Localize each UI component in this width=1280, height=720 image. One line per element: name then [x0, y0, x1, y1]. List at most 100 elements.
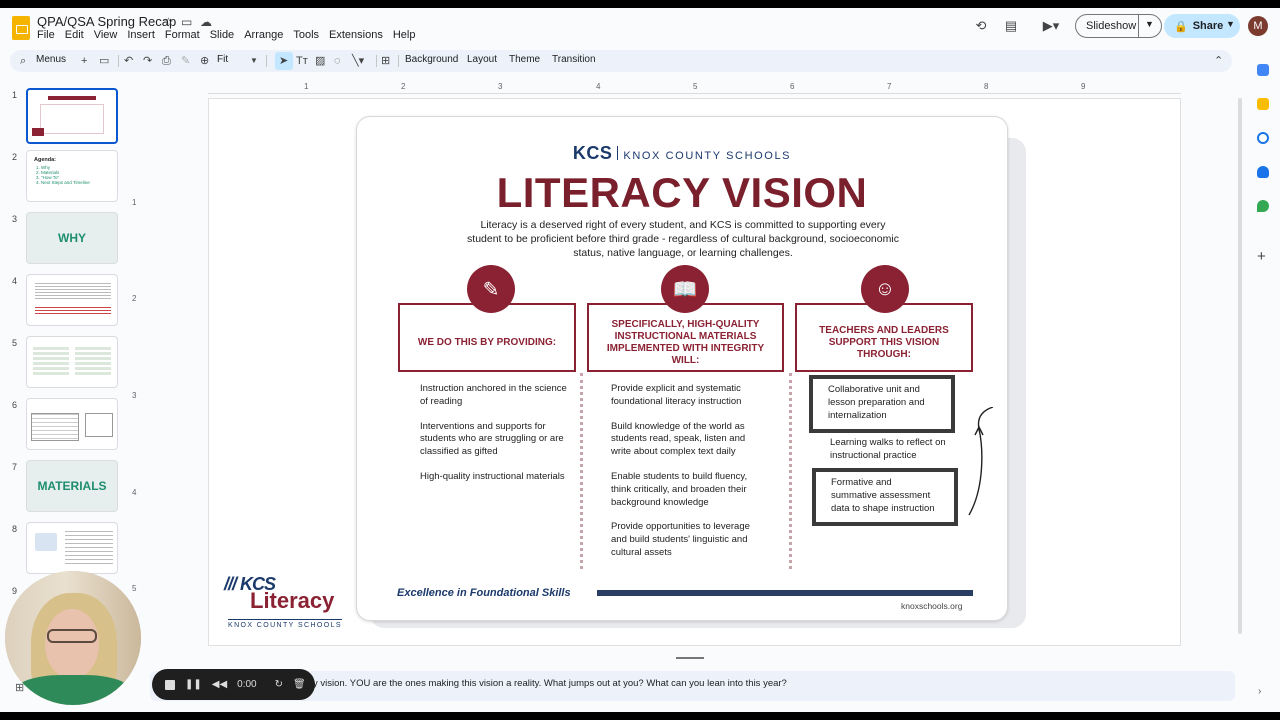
slideshow-dropdown-icon[interactable]: ▼	[1145, 19, 1154, 29]
footer-tagline: Excellence in Foundational Skills	[397, 587, 571, 599]
recording-controls: ❚❚ ◀◀ 0:00 ↻ 🗑	[152, 669, 315, 700]
print-icon[interactable]: ⎙	[162, 53, 171, 69]
account-avatar[interactable]: M	[1248, 16, 1268, 36]
menu-extensions[interactable]: Extensions	[329, 29, 383, 41]
ruler-tick: 6	[790, 82, 795, 91]
slide-thumb-3[interactable]: WHY	[26, 212, 118, 264]
menu-tools[interactable]: Tools	[293, 29, 319, 41]
column-separator	[789, 373, 792, 569]
share-dropdown-icon[interactable]: ▼	[1226, 19, 1235, 29]
keep-icon[interactable]	[1257, 98, 1269, 110]
menu-file[interactable]: File	[37, 29, 55, 41]
slide-thumb-2[interactable]: Agenda: 1. Why 2. Materials 3. "How To" …	[26, 150, 118, 202]
layout-button[interactable]: Layout	[467, 54, 497, 65]
new-slide-icon[interactable]: +	[81, 53, 87, 69]
presenter-glasses	[47, 629, 97, 643]
trash-icon[interactable]: 🗑	[293, 679, 306, 690]
menu-help[interactable]: Help	[393, 29, 416, 41]
slide-thumb-5[interactable]	[26, 336, 118, 388]
slide-thumb-4[interactable]	[26, 274, 118, 326]
menu-bar: File Edit View Insert Format Slide Arran…	[37, 29, 415, 41]
meet-camera-icon[interactable]: ▶▾	[1036, 15, 1066, 37]
search-menus-label[interactable]: Menus	[36, 54, 66, 65]
maps-icon[interactable]	[1257, 200, 1269, 212]
new-slide-layout-icon[interactable]: ▭	[99, 53, 109, 69]
kcs-literacy-logo[interactable]: /// KCS Literacy KNOX COUNTY SCHOOLS	[224, 574, 348, 636]
search-menus-icon[interactable]: ⌕	[20, 53, 26, 69]
header: QPA/QSA Spring Recap ☆ ▭ ☁ File Edit Vie…	[0, 8, 1280, 48]
collapse-toolbar-icon[interactable]: ⌃	[1214, 53, 1223, 69]
canvas-scrollbar[interactable]	[1238, 98, 1242, 634]
menu-format[interactable]: Format	[165, 29, 200, 41]
col3-heading: TEACHERS AND LEADERS SUPPORT THIS VISION…	[795, 303, 973, 372]
comments-icon[interactable]: ▤	[1000, 15, 1022, 37]
image-icon[interactable]: ▨	[315, 53, 325, 69]
add-comment-icon[interactable]: ⊞	[381, 53, 390, 69]
zoom-dropdown-icon[interactable]: ▼	[250, 53, 258, 69]
slides-logo-icon[interactable]	[12, 16, 30, 40]
thumb-red-lines	[35, 307, 111, 315]
slide-thumb-8[interactable]	[26, 522, 118, 574]
restart-icon[interactable]: ↻	[275, 679, 283, 690]
slide-number: 3	[12, 214, 18, 224]
slideshow-button[interactable]: Slideshow ▼	[1075, 14, 1162, 38]
col2-list: Provide explicit and systematic foundati…	[611, 383, 767, 572]
notes-resize-handle[interactable]	[676, 657, 704, 659]
literacy-vision-poster[interactable]: KCS KNOX COUNTY SCHOOLS LITERACY VISION L…	[356, 116, 1008, 621]
thumb-agenda-item: 4. Next Steps and Timeline	[36, 180, 90, 185]
col1-item: High-quality instructional materials	[420, 470, 565, 482]
lock-icon: 🔒	[1174, 20, 1188, 33]
menu-edit[interactable]: Edit	[65, 29, 84, 41]
text-box-icon[interactable]: Tт	[296, 53, 308, 69]
pause-icon[interactable]: ❚❚	[185, 679, 202, 690]
presenter-camera-bubble[interactable]	[5, 571, 141, 705]
contacts-icon[interactable]	[1257, 166, 1269, 178]
add-on-plus-icon[interactable]: +	[1257, 248, 1266, 265]
zoom-icon[interactable]: ⊕	[200, 53, 209, 69]
version-history-icon[interactable]: ⟲	[970, 15, 992, 37]
menu-insert[interactable]: Insert	[127, 29, 155, 41]
toolbar-divider	[398, 55, 399, 67]
col2-item: Build knowledge of the world as students…	[611, 420, 746, 458]
transition-button[interactable]: Transition	[552, 54, 596, 65]
stop-icon[interactable]	[165, 679, 175, 690]
paint-format-icon[interactable]: ✎	[181, 53, 190, 69]
slide-number: 4	[12, 276, 18, 286]
slide-number: 5	[12, 338, 18, 348]
line-icon[interactable]: ╲▾	[352, 53, 364, 69]
slide-thumb-1[interactable]	[26, 88, 118, 144]
cloud-status-icon[interactable]: ☁	[200, 15, 212, 29]
share-button[interactable]: 🔒 Share ▼	[1164, 14, 1240, 38]
slide-number: 8	[12, 524, 18, 534]
thumb-text-lines	[65, 531, 113, 565]
rewind-icon[interactable]: ◀◀	[212, 679, 227, 690]
expand-notes-icon[interactable]: ›	[1258, 686, 1261, 697]
slide-thumb-6[interactable]	[26, 398, 118, 450]
menu-view[interactable]: View	[94, 29, 118, 41]
poster-title: LITERACY VISION	[496, 169, 868, 216]
col2-item: Provide explicit and systematic foundati…	[611, 383, 742, 407]
col1-item: Interventions and supports for students …	[420, 420, 564, 458]
kcs-abbrev: KCS	[572, 143, 613, 163]
vertical-ruler: 1 2 3 4 5	[128, 94, 142, 654]
select-cursor-icon[interactable]: ➤	[279, 53, 288, 69]
calendar-icon[interactable]	[1257, 64, 1269, 76]
move-folder-icon[interactable]: ▭	[181, 15, 192, 29]
undo-icon[interactable]: ↶	[124, 53, 133, 69]
document-title[interactable]: QPA/QSA Spring Recap	[37, 14, 176, 29]
star-icon[interactable]: ☆	[163, 15, 174, 29]
menu-arrange[interactable]: Arrange	[244, 29, 283, 41]
thumb-poster	[40, 104, 104, 134]
background-button[interactable]: Background	[405, 54, 458, 65]
theme-button[interactable]: Theme	[509, 54, 540, 65]
slide-thumb-7[interactable]: MATERIALS	[26, 460, 118, 512]
tasks-icon[interactable]	[1257, 132, 1269, 144]
menu-slide[interactable]: Slide	[210, 29, 234, 41]
shape-icon[interactable]: ◌	[334, 53, 341, 69]
grid-view-icon[interactable]: ⊞	[15, 681, 24, 694]
zoom-select[interactable]: Fit	[217, 54, 228, 65]
redo-icon[interactable]: ↷	[143, 53, 152, 69]
slideshow-divider	[1138, 15, 1139, 37]
slideshow-label: Slideshow	[1086, 20, 1137, 32]
ruler-tick: 4	[596, 82, 601, 91]
